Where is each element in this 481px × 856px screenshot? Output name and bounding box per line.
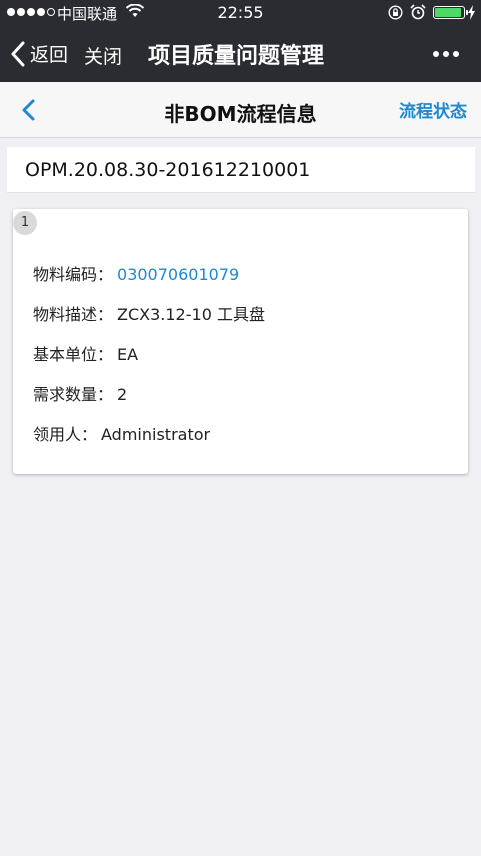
top-bar: 中国联通 22:55 返回 关闭 项目质量问题管理: [0, 0, 481, 82]
field-value: 2: [117, 385, 128, 404]
field-label: 物料描述：: [33, 305, 114, 324]
process-status-link[interactable]: 流程状态: [399, 97, 467, 122]
field-value: ZCX3.12-10 工具盘: [117, 305, 265, 324]
field-label: 领用人：: [33, 425, 98, 444]
document-number-bar: OPM.20.08.30-201612210001: [7, 147, 475, 193]
recipient-row: 领用人： Administrator: [33, 421, 210, 445]
lock-rotation-icon: [388, 5, 403, 20]
wechat-navbar: 返回 关闭 项目质量问题管理: [0, 26, 481, 82]
wechat-back-button[interactable]: 返回: [10, 40, 68, 67]
charging-icon: [468, 5, 475, 20]
material-code-link[interactable]: 030070601079: [117, 265, 239, 284]
field-label: 需求数量：: [33, 385, 114, 404]
document-number: OPM.20.08.30-201612210001: [25, 159, 311, 181]
field-label: 物料编码：: [33, 265, 114, 284]
page-header: 非BOM流程信息 流程状态: [0, 82, 481, 138]
base-unit-row: 基本单位： EA: [33, 341, 138, 365]
clock: 22:55: [217, 3, 264, 22]
item-index-badge: 1: [13, 211, 37, 235]
field-label: 基本单位：: [33, 345, 114, 364]
wechat-back-label: 返回: [30, 44, 69, 66]
wechat-title: 项目质量问题管理: [148, 44, 325, 69]
status-bar: 中国联通 22:55: [0, 0, 481, 26]
material-code-row: 物料编码： 030070601079: [33, 261, 239, 285]
field-value: EA: [117, 345, 139, 364]
more-icon[interactable]: [433, 51, 459, 57]
alarm-icon: [410, 4, 426, 20]
wechat-close-button[interactable]: 关闭: [84, 42, 122, 69]
field-value: Administrator: [101, 425, 211, 444]
battery-icon: [433, 6, 468, 19]
item-card: 1 物料编码： 030070601079 物料描述： ZCX3.12-10 工具盘 …: [13, 209, 468, 474]
quantity-row: 需求数量： 2: [33, 381, 127, 405]
chevron-left-icon: [11, 41, 25, 66]
material-description-row: 物料描述： ZCX3.12-10 工具盘: [33, 301, 265, 325]
